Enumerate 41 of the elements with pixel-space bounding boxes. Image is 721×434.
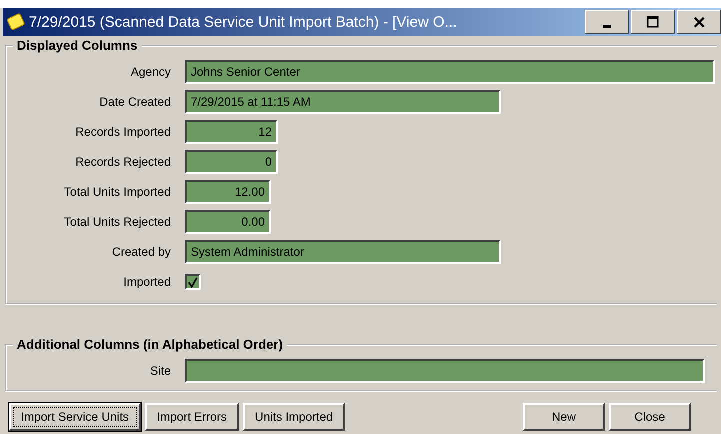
field-label: Agency [130, 65, 172, 79]
maximize-button[interactable] [631, 10, 675, 34]
checkbox[interactable] [185, 274, 201, 290]
field-label: Records Imported [74, 125, 172, 139]
field-value: 7/29/2015 at 11:15 AM [191, 95, 311, 109]
text-field[interactable]: 0 [185, 150, 278, 174]
text-field[interactable]: 7/29/2015 at 11:15 AM [185, 90, 501, 114]
field-label: Records Rejected [74, 155, 172, 169]
text-field[interactable] [185, 359, 705, 383]
close-icon [694, 16, 704, 28]
window-title: 7/29/2015 (Scanned Data Service Unit Import Batch) - [View O... [29, 14, 458, 30]
field-label: Created by [111, 245, 172, 259]
check-icon [188, 276, 198, 288]
push-button[interactable]: Units Imported [243, 403, 346, 431]
text-field[interactable]: 12 [185, 120, 278, 144]
maximize-icon [647, 16, 659, 28]
field-value: System Administrator [191, 245, 304, 259]
push-button[interactable]: Close [609, 403, 691, 431]
field-label: Site [149, 364, 172, 378]
field-label: Imported [122, 275, 172, 289]
text-field[interactable]: 0.00 [185, 210, 271, 234]
field-value: 12.00 [234, 185, 265, 199]
minimize-icon [603, 24, 611, 28]
field-label: Total Units Rejected [63, 215, 172, 229]
text-field[interactable]: Johns Senior Center [185, 60, 715, 84]
field-label: Date Created [98, 95, 172, 109]
group-title: Displayed Columns [16, 38, 139, 53]
field-value: Johns Senior Center [191, 65, 300, 79]
push-button[interactable]: Import Errors [145, 403, 240, 431]
field-value: 0.00 [242, 215, 265, 229]
push-button[interactable]: New [523, 403, 605, 431]
minimize-button[interactable] [585, 10, 629, 34]
app-icon [7, 13, 25, 31]
text-field[interactable]: System Administrator [185, 240, 501, 264]
group-title: Additional Columns (in Alphabetical Order) [16, 337, 284, 352]
field-value: 0 [265, 155, 272, 169]
field-value: 12 [258, 125, 272, 139]
close-button[interactable] [677, 10, 721, 34]
text-field[interactable]: 12.00 [185, 180, 271, 204]
field-label: Total Units Imported [63, 185, 172, 199]
push-button[interactable]: Import Service Units [9, 403, 142, 431]
